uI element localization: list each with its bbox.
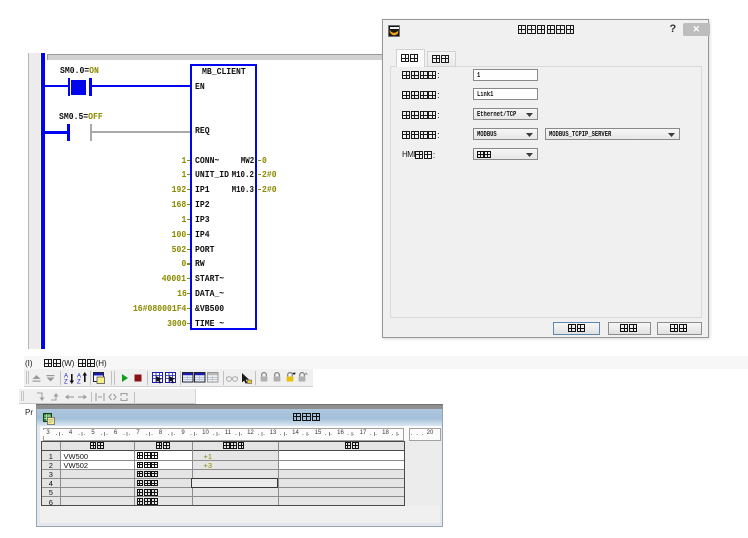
svg-text:Z: Z (64, 379, 68, 384)
svg-text:Z: Z (77, 379, 81, 384)
